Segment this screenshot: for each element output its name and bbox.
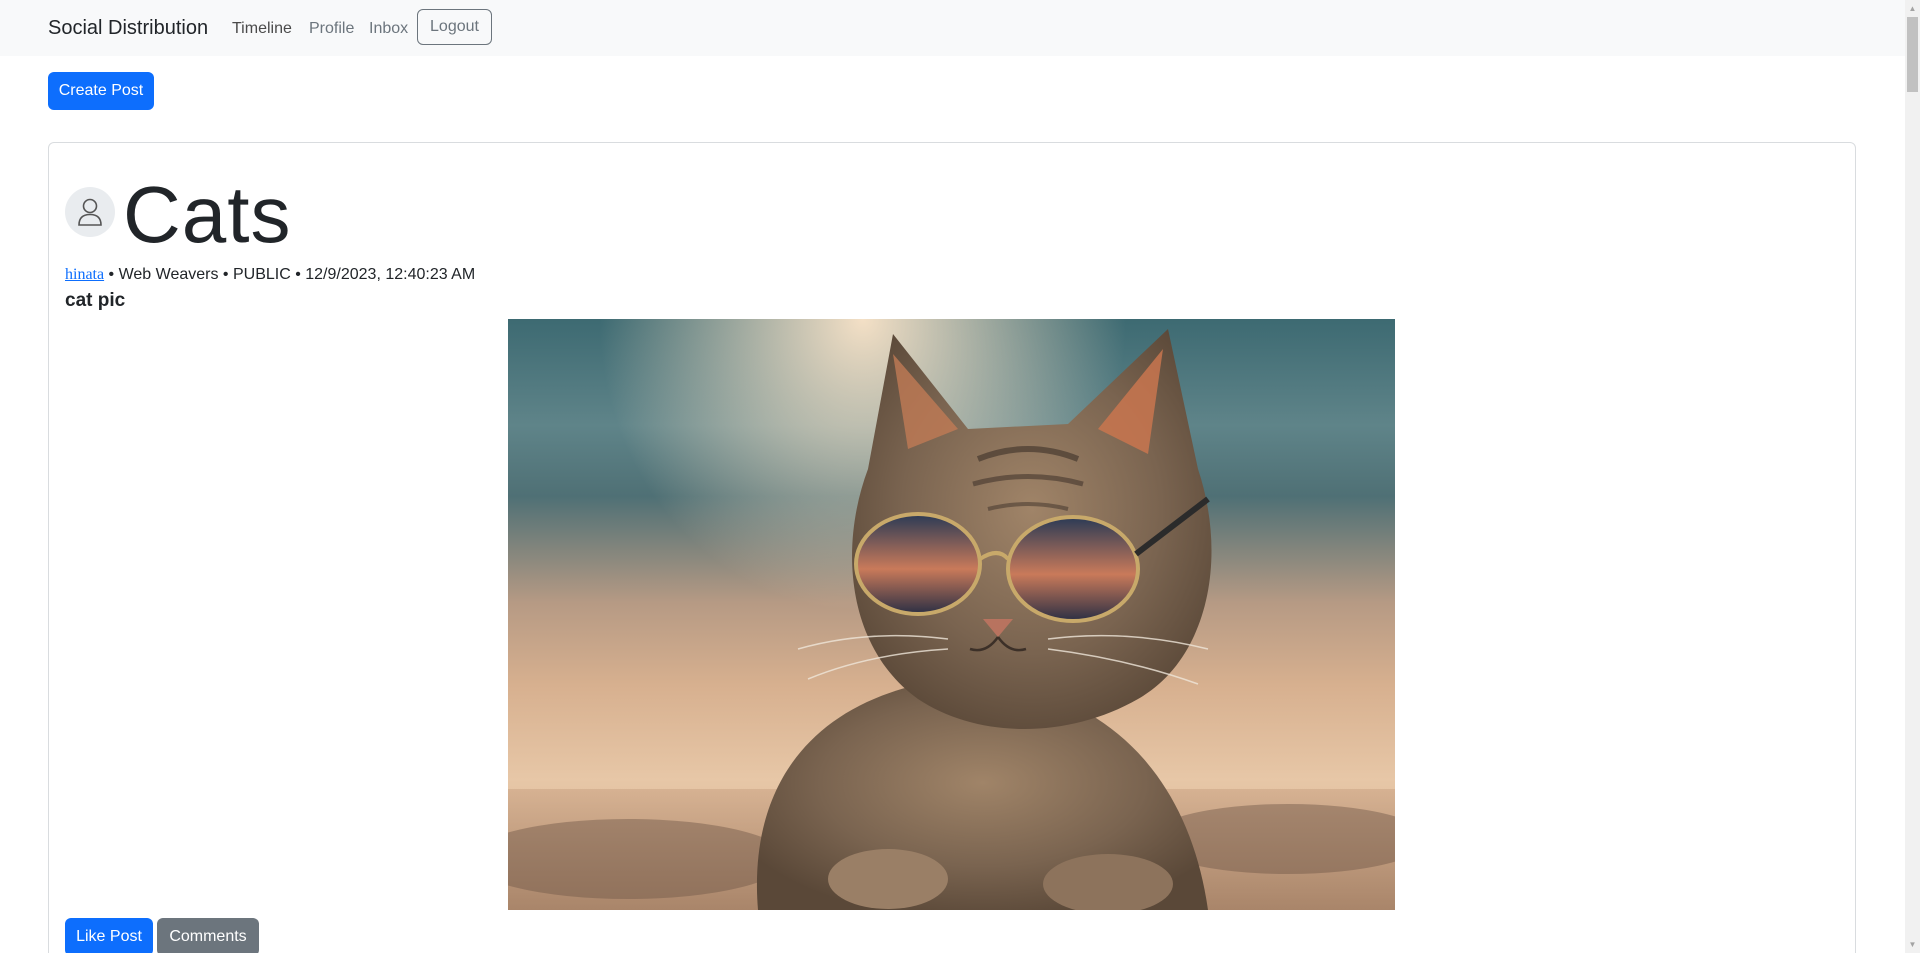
- scroll-up-icon[interactable]: ▲: [1905, 0, 1920, 17]
- cat-with-sunglasses-illustration: [508, 329, 1395, 910]
- author-link[interactable]: hinata: [65, 266, 104, 283]
- post-description: cat pic: [65, 290, 126, 311]
- logout-button[interactable]: Logout: [417, 9, 492, 45]
- post-card: Cats hinata • Web Weavers • PUBLIC • 12/…: [48, 142, 1856, 953]
- post-meta: hinata • Web Weavers • PUBLIC • 12/9/202…: [65, 265, 475, 285]
- brand-link[interactable]: Social Distribution: [48, 16, 208, 40]
- navbar: Social Distribution Timeline Profile Inb…: [0, 0, 1905, 56]
- vertical-scrollbar[interactable]: ▲ ▼: [1905, 0, 1920, 953]
- person-icon: [78, 198, 102, 226]
- create-post-button[interactable]: Create Post: [48, 72, 154, 110]
- post-title: Cats: [123, 170, 292, 259]
- like-post-button[interactable]: Like Post: [65, 918, 153, 953]
- nav-inbox-link[interactable]: Inbox: [369, 19, 408, 39]
- nav-timeline-link[interactable]: Timeline: [232, 19, 292, 39]
- nav-profile-link[interactable]: Profile: [309, 19, 354, 39]
- post-image: [508, 319, 1395, 910]
- scrollbar-thumb[interactable]: [1907, 17, 1918, 92]
- author-avatar: [65, 187, 115, 237]
- page: Social Distribution Timeline Profile Inb…: [0, 0, 1905, 953]
- post-meta-details: • Web Weavers • PUBLIC • 12/9/2023, 12:4…: [104, 266, 476, 283]
- scroll-down-icon[interactable]: ▼: [1905, 936, 1920, 953]
- comments-button[interactable]: Comments: [157, 918, 259, 953]
